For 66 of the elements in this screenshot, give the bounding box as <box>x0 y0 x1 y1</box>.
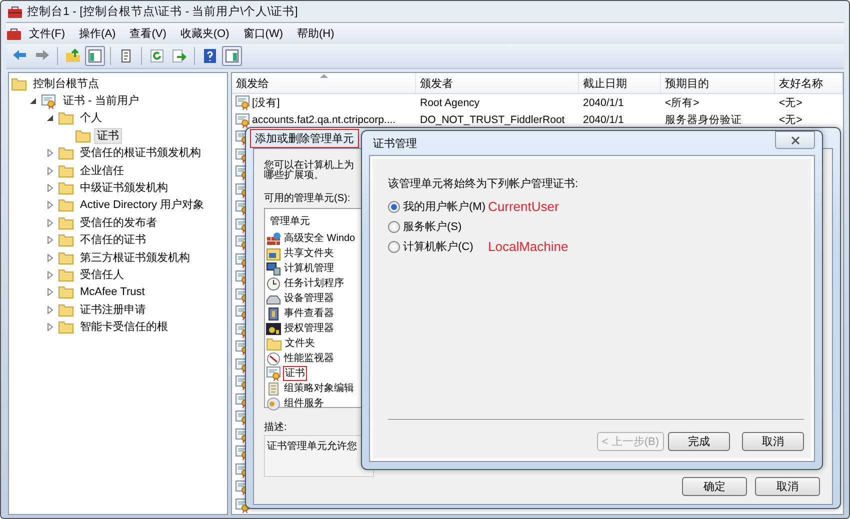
list-item[interactable]: 计算机管理 <box>282 261 336 276</box>
prompt-text: 该管理单元将始终为下列帐户管理证书: <box>388 176 580 191</box>
table-cell-text: Root Agency <box>419 96 481 109</box>
menu-item[interactable]: 文件(F) <box>22 26 72 41</box>
list-item[interactable]: 组件服务 <box>282 396 326 411</box>
list-item[interactable]: 事件查看器 <box>282 306 336 321</box>
field-label: 描述: <box>264 420 288 434</box>
column-header[interactable]: 颁发给 <box>236 76 269 90</box>
column-header[interactable]: 截止日期 <box>583 76 627 90</box>
tree-item[interactable]: 受信任的根证书颁发机构 <box>77 145 204 162</box>
list-item[interactable]: 设备管理器 <box>282 291 336 306</box>
table-cell-text: DO_NOT_TRUST_FiddlerRoot <box>419 114 566 126</box>
menu-item[interactable]: 查看(V) <box>122 26 174 41</box>
menu-item[interactable]: 收藏夹(O) <box>173 26 236 41</box>
table-cell-text: 服务器身份验证 <box>664 113 743 128</box>
tree-item[interactable]: 证书 - 当前用户 <box>60 93 142 110</box>
list-item[interactable]: 组策略对象编辑 <box>282 381 356 396</box>
tree-item[interactable]: 企业信任 <box>77 162 127 179</box>
menu-item[interactable]: 窗口(W) <box>236 26 290 41</box>
radio-label[interactable]: 服务帐户(S) <box>403 219 462 234</box>
radio-label[interactable]: 我的用户帐户(M) <box>403 199 486 214</box>
column-header[interactable]: 友好名称 <box>779 76 823 90</box>
tree-item[interactable]: 证书 <box>94 128 122 144</box>
annotation-text: LocalMachine <box>488 239 570 254</box>
table-cell-text: 2040/1/1 <box>582 114 625 126</box>
tree-item[interactable]: 个人 <box>77 110 105 126</box>
tree-item[interactable]: 智能卡受信任的根 <box>77 319 171 336</box>
tree-item[interactable]: Active Directory 用户对象 <box>77 197 208 214</box>
tree-item[interactable]: 受信任的发布者 <box>77 214 160 231</box>
table-cell-text: <无> <box>778 96 804 110</box>
table-cell-text: <所有> <box>664 96 700 110</box>
list-item[interactable]: 文件夹 <box>283 336 317 351</box>
column-header[interactable]: 预期目的 <box>665 76 709 90</box>
field-label: 可用的管理单元(S): <box>264 192 352 205</box>
dialog-button[interactable]: 取消 <box>742 432 804 451</box>
description-text: 证书管理单元允许您 <box>264 435 374 477</box>
radio-label[interactable]: 计算机帐户(C) <box>403 239 474 254</box>
table-cell: [没有] <box>252 96 280 110</box>
window-title: 控制台1 - [控制台根节点\证书 - 当前用户\个人\证书] <box>27 4 298 19</box>
dialog-button[interactable]: 完成 <box>668 432 730 451</box>
instruction-text: 您可以在计算机上为 哪些扩展项。 <box>264 161 355 181</box>
menu-item[interactable]: 帮助(H) <box>290 26 342 41</box>
tree-item[interactable]: 证书注册申请 <box>77 302 149 318</box>
tree-item[interactable]: 中级证书颁发机构 <box>77 180 171 196</box>
list-item[interactable]: 高级安全 Windo <box>282 231 358 246</box>
tree-item[interactable]: McAfee Trust <box>77 284 148 300</box>
list-item[interactable]: 共享文件夹 <box>282 246 336 261</box>
menu-item[interactable]: 操作(A) <box>72 26 123 41</box>
table-cell: accounts.fat2.qa.nt.ctripcorp.... <box>252 114 396 126</box>
dialog-button[interactable]: 取消 <box>755 477 820 496</box>
tree-item[interactable]: 受信任人 <box>77 266 127 283</box>
dialog-title: 添加或删除管理单元 <box>250 128 359 148</box>
table-cell-text: 2040/1/1 <box>582 96 625 109</box>
tree-item[interactable]: 第三方根证书颁发机构 <box>77 250 193 266</box>
table-cell-text: <无> <box>778 113 804 128</box>
column-header[interactable]: 颁发者 <box>420 76 453 90</box>
tree-item[interactable]: 控制台根节点 <box>30 76 102 92</box>
list-item[interactable]: 性能监视器 <box>282 351 336 366</box>
dialog-title: 证书管理 <box>372 136 418 152</box>
list-item[interactable]: 证书 <box>283 366 307 381</box>
list-item[interactable]: 授权管理器 <box>282 321 336 336</box>
dialog-button[interactable]: 确定 <box>682 477 747 496</box>
column-header[interactable]: 管理单元 <box>270 214 310 228</box>
annotation-text: CurrentUser <box>488 199 560 214</box>
list-item[interactable]: 任务计划程序 <box>282 276 346 291</box>
tree-item[interactable]: 不信任的证书 <box>77 232 149 248</box>
